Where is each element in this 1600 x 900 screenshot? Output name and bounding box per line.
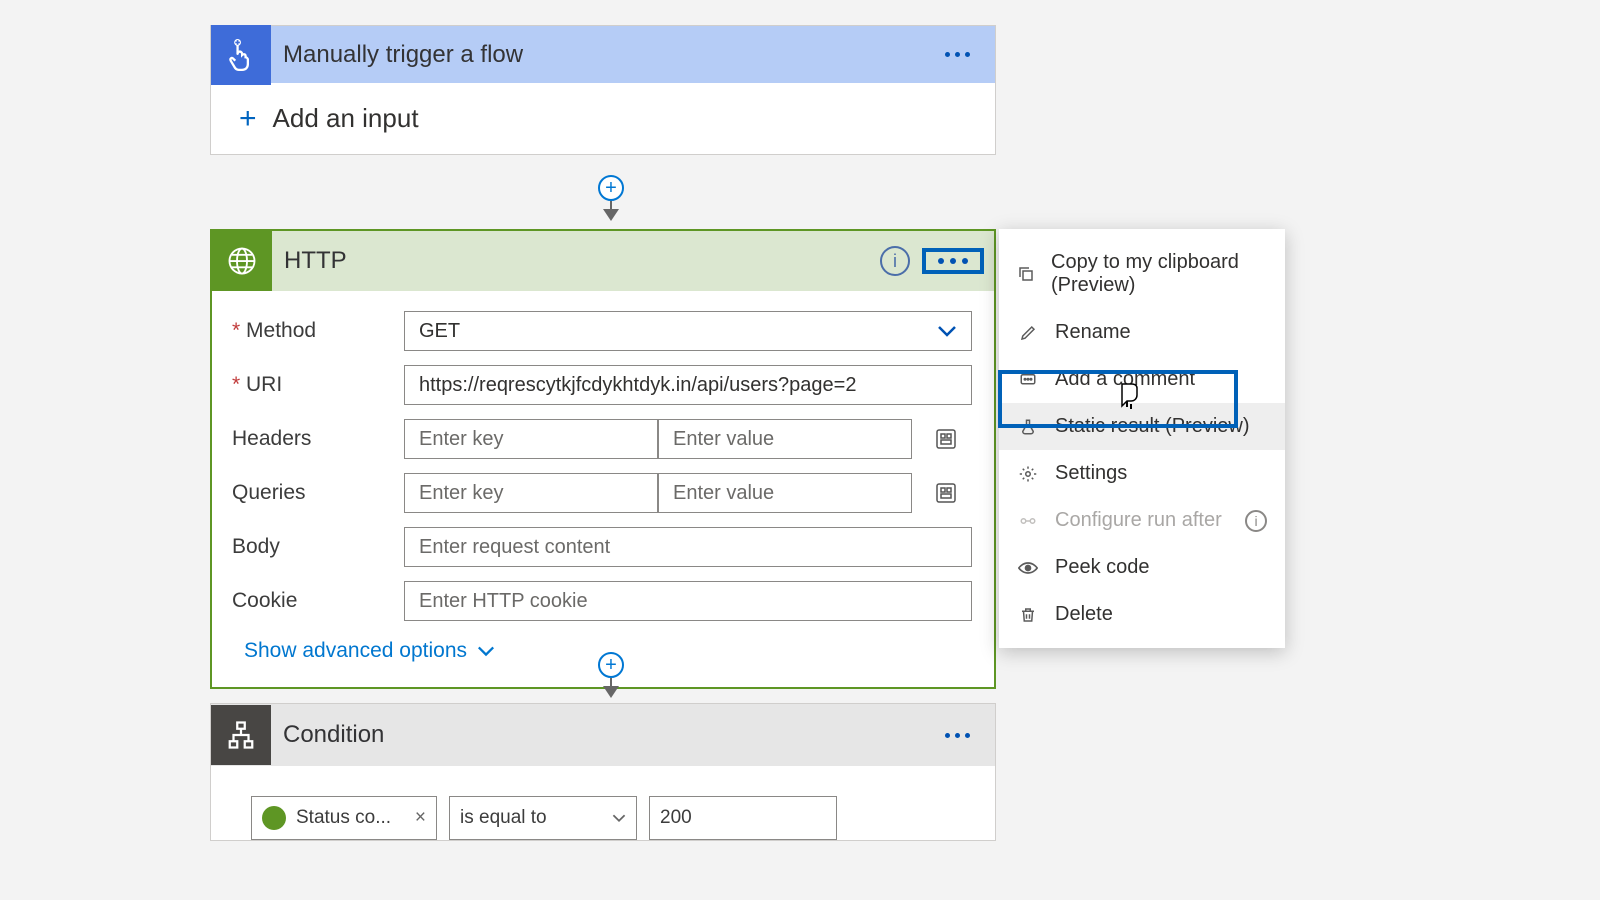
menu-copy-label: Copy to my clipboard (Preview) — [1051, 251, 1267, 297]
body-input[interactable]: Enter request content — [404, 527, 972, 567]
comment-icon — [1017, 371, 1039, 389]
queries-label: Queries — [232, 481, 404, 505]
condition-icon — [211, 705, 271, 765]
gear-icon — [1017, 465, 1039, 483]
menu-rename[interactable]: Rename — [999, 309, 1285, 356]
add-input-label: Add an input — [273, 103, 419, 134]
add-step-icon[interactable]: + — [598, 652, 624, 678]
menu-comment[interactable]: Add a comment — [999, 356, 1285, 403]
menu-comment-label: Add a comment — [1055, 368, 1195, 391]
manual-trigger-icon — [211, 25, 271, 85]
menu-copy[interactable]: Copy to my clipboard (Preview) — [999, 239, 1285, 309]
info-icon[interactable]: i — [1245, 510, 1267, 532]
query-value-input[interactable]: Enter value — [658, 473, 912, 513]
runafter-icon — [1017, 512, 1039, 530]
context-menu: Copy to my clipboard (Preview) Rename Ad… — [999, 229, 1285, 648]
eye-icon — [1017, 561, 1039, 575]
method-label: Method — [232, 319, 404, 343]
status-token-label: Status co... — [296, 807, 391, 829]
pencil-icon — [1017, 324, 1039, 342]
condition-operator-select[interactable]: is equal to — [449, 796, 637, 840]
chevron-down-icon — [612, 813, 626, 823]
menu-peek-code[interactable]: Peek code — [999, 544, 1285, 591]
header-value-input[interactable]: Enter value — [658, 419, 912, 459]
query-key-input[interactable]: Enter key — [404, 473, 658, 513]
menu-static-result[interactable]: Static result (Preview) — [999, 403, 1285, 450]
remove-token-icon[interactable]: × — [415, 807, 426, 829]
operator-label: is equal to — [460, 807, 547, 829]
uri-input[interactable]: https://reqrescytkjfcdykhtdyk.in/api/use… — [404, 365, 972, 405]
condition-card: Condition Status co... × is equal to 200 — [210, 703, 996, 841]
add-step-connector-2[interactable]: + — [598, 652, 624, 698]
http-title: HTTP — [272, 247, 880, 275]
uri-value: https://reqrescytkjfcdykhtdyk.in/api/use… — [419, 374, 856, 397]
http-globe-icon — [212, 231, 272, 291]
menu-settings-label: Settings — [1055, 462, 1127, 485]
trigger-more-button[interactable] — [935, 37, 979, 73]
info-icon[interactable]: i — [880, 246, 910, 276]
add-step-icon[interactable]: + — [598, 175, 624, 201]
cookie-input[interactable]: Enter HTTP cookie — [404, 581, 972, 621]
method-select[interactable]: GET — [404, 311, 972, 351]
plus-icon: + — [239, 104, 257, 134]
copy-icon — [1017, 265, 1035, 283]
dynamic-content-button-2[interactable] — [930, 477, 962, 509]
uri-label: URI — [232, 373, 404, 397]
headers-label: Headers — [232, 427, 404, 451]
condition-value: 200 — [660, 807, 692, 829]
add-step-connector-1[interactable]: + — [598, 175, 624, 221]
menu-runafter-label: Configure run after — [1055, 509, 1222, 532]
http-card: HTTP i Method GET URI https://reqrescytk… — [210, 229, 996, 689]
menu-run-after: Configure run after i — [999, 497, 1285, 544]
add-input-button[interactable]: + Add an input — [211, 83, 995, 154]
dynamic-content-button[interactable] — [930, 423, 962, 455]
method-value: GET — [419, 320, 460, 343]
header-key-input[interactable]: Enter key — [404, 419, 658, 459]
flask-icon — [1017, 418, 1039, 436]
condition-right-operand[interactable]: 200 — [649, 796, 837, 840]
show-advanced-label: Show advanced options — [244, 639, 467, 663]
menu-rename-label: Rename — [1055, 321, 1131, 344]
condition-title: Condition — [271, 721, 935, 749]
http-more-button[interactable] — [922, 248, 984, 274]
menu-peek-label: Peek code — [1055, 556, 1150, 579]
condition-left-operand[interactable]: Status co... × — [251, 796, 437, 840]
menu-settings[interactable]: Settings — [999, 450, 1285, 497]
menu-delete[interactable]: Delete — [999, 591, 1285, 638]
status-token-icon — [262, 806, 286, 830]
menu-static-label: Static result (Preview) — [1055, 415, 1250, 438]
cookie-label: Cookie — [232, 589, 404, 613]
menu-delete-label: Delete — [1055, 603, 1113, 626]
condition-header[interactable]: Condition — [211, 704, 995, 766]
trash-icon — [1017, 606, 1039, 624]
condition-more-button[interactable] — [935, 717, 979, 753]
trigger-header[interactable]: Manually trigger a flow — [211, 26, 995, 83]
trigger-title: Manually trigger a flow — [271, 41, 935, 69]
trigger-card: Manually trigger a flow + Add an input — [210, 25, 996, 155]
http-header[interactable]: HTTP i — [212, 231, 994, 291]
chevron-down-icon — [477, 645, 495, 657]
chevron-down-icon — [937, 324, 957, 338]
body-label: Body — [232, 535, 404, 559]
